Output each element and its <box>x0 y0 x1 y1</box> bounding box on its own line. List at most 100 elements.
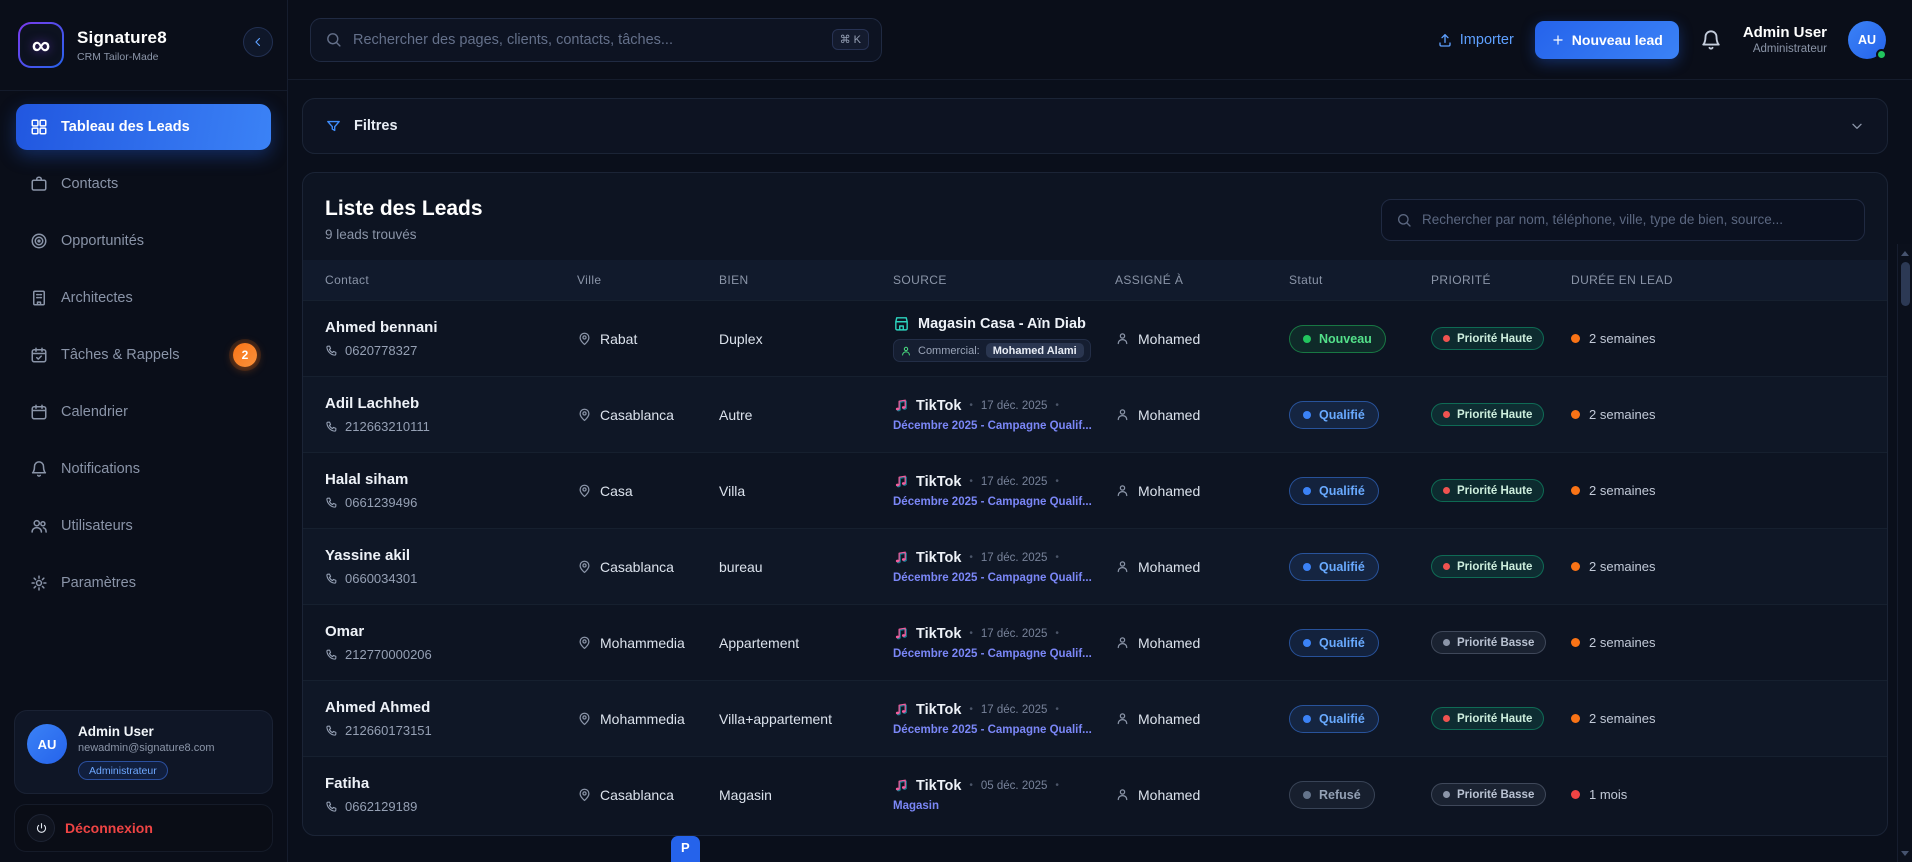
status-badge: Qualifié <box>1289 552 1379 581</box>
duration-dot <box>1571 714 1580 723</box>
brand-logo: ∞ <box>18 22 64 68</box>
campaign-link[interactable]: Décembre 2025 - Campagne Qualif... <box>893 648 1115 660</box>
lead-date: 17 déc. 2025 <box>980 475 1048 488</box>
user-role: Administrateur <box>1752 43 1827 55</box>
campaign-link[interactable]: Décembre 2025 - Campagne Qualif... <box>893 572 1115 584</box>
campaign-link[interactable]: Décembre 2025 - Campagne Qualif... <box>893 496 1115 508</box>
notifications-button[interactable] <box>1700 29 1722 51</box>
table-row[interactable]: Halal siham 0661239496 Casa Villa TikTok <box>303 452 1887 528</box>
global-search-input[interactable] <box>353 31 821 48</box>
music-note-icon <box>893 702 908 717</box>
campaign-link[interactable]: Décembre 2025 - Campagne Qualif... <box>893 724 1115 736</box>
lead-assignee: Mohamed <box>1115 483 1289 499</box>
sidebar-item-architectes[interactable]: Architectes <box>16 275 271 321</box>
sidebar-item-tableau-des-leads[interactable]: Tableau des Leads <box>16 104 271 150</box>
main-area: ⌘ K Importer Nouveau lead Admin User Adm… <box>288 0 1912 862</box>
online-status-dot <box>1876 48 1887 60</box>
table-row[interactable]: Yassine akil 0660034301 Casablanca burea… <box>303 528 1887 604</box>
bell-icon <box>30 460 48 478</box>
lead-source: TikTok TikTok • 17 déc. 2025 • Décembre … <box>893 702 1115 736</box>
sidebar-collapse-button[interactable] <box>243 27 273 57</box>
duration-dot <box>1571 638 1580 647</box>
separator-dot: • <box>1055 400 1059 411</box>
lead-property-type: Villa <box>719 482 746 499</box>
new-lead-label: Nouveau lead <box>1571 31 1663 48</box>
separator-dot: • <box>1055 704 1059 715</box>
phone-icon <box>325 420 338 433</box>
duration-dot <box>1571 562 1580 571</box>
separator-dot: • <box>1055 476 1059 487</box>
sidebar-item-label: Calendrier <box>61 404 128 420</box>
person-icon <box>1115 331 1130 346</box>
scroll-up-arrow[interactable] <box>1898 246 1912 260</box>
campaign-link[interactable]: Décembre 2025 - Campagne Qualif... <box>893 420 1115 432</box>
sidebar-item-label: Contacts <box>61 176 119 192</box>
person-icon <box>1115 635 1130 650</box>
table-row[interactable]: Adil Lachheb 212663210111 Casablanca Aut… <box>303 376 1887 452</box>
table-search[interactable] <box>1381 198 1865 241</box>
leads-count: 9 leads trouvés <box>325 227 417 242</box>
sidebar-item-calendrier[interactable]: Calendrier <box>16 389 271 435</box>
status-badge: Nouveau <box>1289 324 1386 353</box>
sidebar-item-notifications[interactable]: Notifications <box>16 446 271 492</box>
lead-source: TikTok TikTok • 17 déc. 2025 • Décembre … <box>893 626 1115 660</box>
sidebar-item-contacts[interactable]: Contacts <box>16 161 271 207</box>
filter-icon <box>325 118 342 135</box>
new-lead-button[interactable]: Nouveau lead <box>1534 20 1679 59</box>
import-button[interactable]: Importer <box>1437 32 1514 48</box>
table-row[interactable]: Ahmed bennani 0620778327 Rabat Duplex Ma… <box>303 300 1887 376</box>
phone-icon <box>325 496 338 509</box>
lead-duration: 2 semaines <box>1571 331 1865 346</box>
separator-dot: • <box>969 552 973 563</box>
shortcut-badge: ⌘ K <box>831 29 869 50</box>
logout-button[interactable]: Déconnexion <box>14 804 273 852</box>
sidebar-item-label: Tâches & Rappels <box>61 347 180 363</box>
table-row[interactable]: Ahmed Ahmed 212660173151 Mohammedia Vill… <box>303 680 1887 756</box>
lead-duration: 2 semaines <box>1571 635 1865 650</box>
pin-icon <box>577 483 592 498</box>
scroll-down-arrow[interactable] <box>1898 846 1912 860</box>
column-header: ASSIGNÉ À <box>1115 273 1184 287</box>
person-icon <box>1115 407 1130 422</box>
person-icon <box>1115 559 1130 574</box>
upload-icon <box>1437 32 1453 48</box>
lead-phone: 0660034301 <box>325 571 577 586</box>
scrollbar[interactable] <box>1897 244 1912 862</box>
campaign-link[interactable]: Magasin <box>893 800 1115 812</box>
logout-label: Déconnexion <box>65 820 153 836</box>
scrollbar-thumb[interactable] <box>1901 262 1910 306</box>
sidebar-item-opportunites[interactable]: Opportunités <box>16 218 271 264</box>
table-row[interactable]: Fatiha 0662129189 Casablanca Magasin Tik… <box>303 756 1887 832</box>
lead-assignee: Mohamed <box>1115 787 1289 803</box>
separator-dot: • <box>1055 780 1059 791</box>
app-root: ∞ Signature8 CRM Tailor-Made Tableau des… <box>0 0 1912 862</box>
table-header: Contact Ville BIEN SOURCE ASSIGNÉ À Statut PRI… <box>303 260 1887 300</box>
priority-badge: Priorité Haute <box>1431 707 1545 730</box>
sidebar-user-card[interactable]: AU Admin User newadmin@signature8.com Ad… <box>14 710 273 794</box>
global-search[interactable]: ⌘ K <box>310 17 882 62</box>
lead-source: TikTok TikTok • 05 déc. 2025 • Magasin <box>893 778 1115 812</box>
lead-property-type: Appartement <box>719 634 800 651</box>
users-icon <box>30 517 48 535</box>
sidebar-item-utilisateurs[interactable]: Utilisateurs <box>16 503 271 549</box>
filters-bar[interactable]: Filtres <box>302 98 1888 154</box>
filters-label: Filtres <box>354 118 398 134</box>
sidebar-item-taches-rappels[interactable]: Tâches & Rappels 2 <box>16 332 271 378</box>
lead-property-type: bureau <box>719 558 763 575</box>
store-icon <box>893 315 910 332</box>
lead-name: Omar <box>325 623 365 640</box>
person-icon <box>900 345 912 357</box>
sidebar-item-parametres[interactable]: Paramètres <box>16 560 271 606</box>
separator-dot: • <box>1055 628 1059 639</box>
avatar[interactable]: AU <box>1848 20 1887 60</box>
lead-source: Magasin Casa - Aïn Diab Commercial: Moha… <box>893 315 1115 362</box>
table-row[interactable]: Omar 212770000206 Mohammedia Appartement… <box>303 604 1887 680</box>
chevron-left-icon <box>251 35 265 49</box>
lead-name: Ahmed Ahmed <box>325 699 431 716</box>
user-name: Admin User <box>78 724 154 739</box>
music-note-icon <box>893 626 908 641</box>
phone-icon <box>325 572 338 585</box>
floating-p-button[interactable]: P <box>671 836 700 862</box>
lead-date: 17 déc. 2025 <box>980 627 1048 640</box>
table-search-input[interactable] <box>1422 212 1850 227</box>
